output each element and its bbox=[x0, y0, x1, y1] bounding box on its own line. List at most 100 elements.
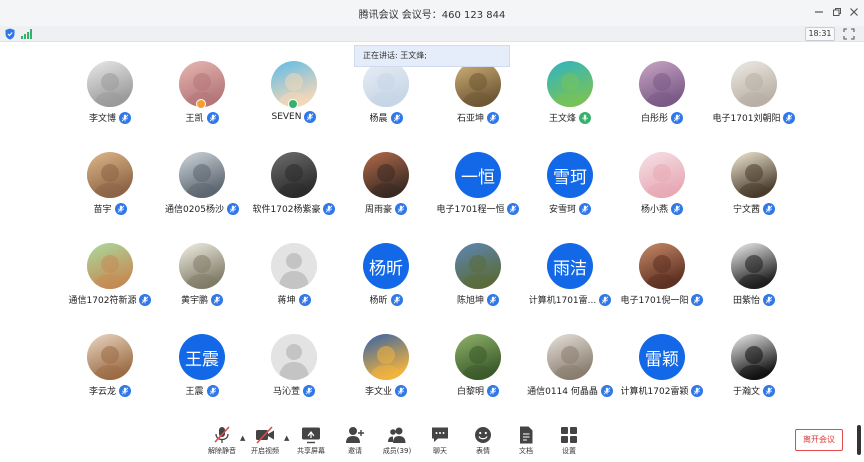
photo-icon bbox=[363, 334, 409, 380]
settings-button[interactable]: 设置 bbox=[550, 426, 588, 456]
participant-tile[interactable]: 马沁萱 bbox=[248, 331, 340, 422]
meeting-toolbar: 解除静音 ▲ 开启视频 ▲ 共享屏幕 邀请 成员(39) 聊天 表情 文档 设置 bbox=[0, 420, 864, 462]
participant-tile[interactable]: 李云龙 bbox=[64, 331, 156, 422]
participant-tile[interactable]: 通信0205杨沙 bbox=[156, 149, 248, 240]
avatar[interactable] bbox=[639, 61, 685, 107]
participant-tile[interactable]: 雪珂 安雪珂 bbox=[524, 149, 616, 240]
participant-tile[interactable]: 苗宇 bbox=[64, 149, 156, 240]
participant-tile[interactable]: 王文烽 bbox=[524, 58, 616, 149]
avatar[interactable] bbox=[455, 61, 501, 107]
avatar[interactable]: 雨洁 bbox=[547, 243, 593, 289]
mic-muted-icon bbox=[487, 293, 499, 306]
photo-icon bbox=[87, 243, 133, 289]
participant-tile[interactable]: 田紫怡 bbox=[708, 240, 800, 331]
avatar[interactable]: 雪珂 bbox=[547, 152, 593, 198]
participant-tile[interactable]: 李文业 bbox=[340, 331, 432, 422]
avatar[interactable] bbox=[179, 152, 225, 198]
participant-tile[interactable]: 软件1702杨紫豪 bbox=[248, 149, 340, 240]
minimize-icon[interactable] bbox=[810, 3, 828, 21]
participant-tile[interactable]: 雨洁 计算机1701雷... bbox=[524, 240, 616, 331]
fullscreen-icon[interactable] bbox=[843, 28, 855, 40]
shield-icon[interactable] bbox=[5, 28, 15, 40]
photo-icon bbox=[179, 243, 225, 289]
avatar[interactable] bbox=[731, 61, 777, 107]
participant-tile[interactable]: 宁文茜 bbox=[708, 149, 800, 240]
participant-tile[interactable]: SEVEN bbox=[248, 58, 340, 149]
participant-tile[interactable]: 通信1702符新源 bbox=[64, 240, 156, 331]
participant-tile[interactable]: 白彤彤 bbox=[616, 58, 708, 149]
video-button[interactable]: 开启视频 bbox=[246, 426, 284, 456]
participant-tile[interactable]: 周雨豪 bbox=[340, 149, 432, 240]
participant-tile[interactable]: 杨晨 bbox=[340, 58, 432, 149]
participant-tile[interactable]: 杨小燕 bbox=[616, 149, 708, 240]
avatar[interactable] bbox=[271, 152, 317, 198]
avatar[interactable] bbox=[731, 152, 777, 198]
avatar[interactable] bbox=[363, 152, 409, 198]
avatar[interactable] bbox=[179, 243, 225, 289]
restore-icon[interactable] bbox=[828, 3, 846, 21]
mute-options-caret[interactable]: ▲ bbox=[240, 434, 245, 442]
mic-muted-icon bbox=[206, 111, 219, 124]
avatar[interactable] bbox=[87, 334, 133, 380]
avatar[interactable] bbox=[271, 334, 317, 380]
photo-icon bbox=[363, 152, 409, 198]
avatar[interactable] bbox=[455, 243, 501, 289]
avatar[interactable]: 一恒 bbox=[455, 152, 501, 198]
mic-muted-icon bbox=[119, 384, 131, 397]
photo-icon bbox=[87, 152, 133, 198]
participant-tile[interactable]: 王凯 bbox=[156, 58, 248, 149]
participant-name-row: 宁文茜 bbox=[688, 202, 820, 215]
avatar[interactable] bbox=[87, 152, 133, 198]
participant-tile[interactable]: 于瀚文 bbox=[708, 331, 800, 422]
participant-tile[interactable]: 白黎明 bbox=[432, 331, 524, 422]
docs-button[interactable]: 文档 bbox=[507, 426, 545, 456]
participant-tile[interactable]: 黄宇鹏 bbox=[156, 240, 248, 331]
mic-muted-icon bbox=[763, 384, 775, 397]
participant-tile[interactable]: 李文博 bbox=[64, 58, 156, 149]
participant-tile[interactable]: 通信0114 何晶晶 bbox=[524, 331, 616, 422]
participant-tile[interactable]: 蒋坤 bbox=[248, 240, 340, 331]
avatar[interactable]: 杨昕 bbox=[363, 243, 409, 289]
participant-tile[interactable]: 电子1701刘朝阳 bbox=[708, 58, 800, 149]
share-screen-button[interactable]: 共享屏幕 bbox=[292, 426, 330, 456]
chat-button[interactable]: 聊天 bbox=[421, 426, 459, 456]
participant-tile[interactable]: 王震 王震 bbox=[156, 331, 248, 422]
avatar[interactable] bbox=[87, 61, 133, 107]
participant-tile[interactable]: 杨昕 杨昕 bbox=[340, 240, 432, 331]
avatar[interactable] bbox=[363, 61, 409, 107]
participant-name-row: 电子1701刘朝阳 bbox=[688, 111, 820, 124]
avatar[interactable]: 王震 bbox=[179, 334, 225, 380]
invite-button[interactable]: 邀请 bbox=[336, 426, 374, 456]
leave-meeting-button[interactable]: 离开会议 bbox=[795, 429, 843, 451]
participant-name: 杨昕 bbox=[369, 296, 388, 306]
avatar[interactable]: 雷颖 bbox=[639, 334, 685, 380]
avatar[interactable] bbox=[87, 243, 133, 289]
mute-button[interactable]: 解除静音 bbox=[203, 426, 241, 456]
avatar[interactable] bbox=[363, 334, 409, 380]
participant-tile[interactable]: 陈旭坤 bbox=[432, 240, 524, 331]
avatar[interactable] bbox=[639, 243, 685, 289]
scroll-handle[interactable] bbox=[857, 425, 861, 455]
participant-tile[interactable]: 电子1701倪一阳 bbox=[616, 240, 708, 331]
mic-muted-icon bbox=[763, 202, 775, 215]
participant-name: 王凯 bbox=[185, 114, 204, 124]
avatar[interactable] bbox=[547, 61, 593, 107]
photo-icon bbox=[639, 152, 685, 198]
photo-icon bbox=[639, 61, 685, 107]
avatar[interactable] bbox=[731, 243, 777, 289]
participant-name: 李文业 bbox=[364, 387, 392, 397]
close-icon[interactable] bbox=[845, 3, 863, 21]
photo-icon bbox=[179, 152, 225, 198]
avatar[interactable] bbox=[639, 152, 685, 198]
participant-tile[interactable]: 一恒 电子1701程一恒 bbox=[432, 149, 524, 240]
participant-tile[interactable]: 雷颖 计算机1702雷颖 bbox=[616, 331, 708, 422]
avatar[interactable] bbox=[547, 334, 593, 380]
members-button[interactable]: 成员(39) bbox=[378, 426, 416, 456]
video-options-caret[interactable]: ▲ bbox=[284, 434, 289, 442]
participant-tile[interactable]: 石亚坤 bbox=[432, 58, 524, 149]
emoji-button[interactable]: 表情 bbox=[464, 426, 502, 456]
avatar[interactable] bbox=[455, 334, 501, 380]
avatar[interactable] bbox=[271, 243, 317, 289]
avatar[interactable] bbox=[731, 334, 777, 380]
signal-icon[interactable] bbox=[21, 29, 33, 39]
